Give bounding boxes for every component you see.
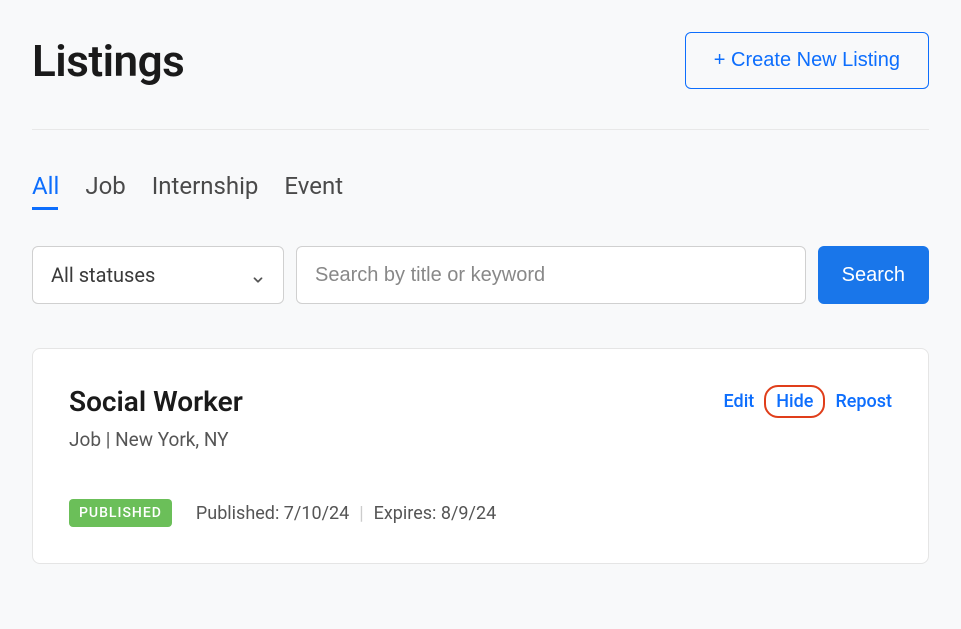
listing-subtitle: Job | New York, NY (69, 428, 243, 451)
tab-internship[interactable]: Internship (152, 172, 259, 210)
tabs-container: All Job Internship Event (32, 172, 929, 210)
date-divider: | (359, 503, 363, 524)
tab-job[interactable]: Job (85, 172, 125, 210)
published-label: Published: (196, 503, 284, 524)
tab-all[interactable]: All (32, 172, 59, 210)
listing-title: Social Worker (69, 385, 243, 418)
chevron-down-icon (251, 268, 265, 282)
search-input[interactable] (296, 246, 806, 304)
published-date: 7/10/24 (284, 503, 349, 524)
subtitle-divider: | (101, 428, 115, 451)
search-button[interactable]: Search (818, 246, 929, 304)
date-info: Published: 7/10/24 | Expires: 8/9/24 (196, 503, 496, 524)
status-select[interactable]: All statuses (32, 246, 284, 304)
expires-date: 8/9/24 (441, 503, 496, 524)
listing-location: New York, NY (115, 428, 229, 451)
hide-action[interactable]: Hide (764, 385, 825, 418)
edit-action[interactable]: Edit (724, 391, 755, 412)
expires-label: Expires: (374, 503, 441, 524)
repost-action[interactable]: Repost (835, 391, 892, 412)
tab-event[interactable]: Event (284, 172, 343, 210)
listing-actions: Edit Hide Repost (724, 385, 892, 418)
status-badge: PUBLISHED (69, 499, 172, 527)
status-select-label: All statuses (51, 263, 155, 287)
listing-type: Job (69, 428, 101, 451)
filters-row: All statuses Search (32, 246, 929, 304)
page-title: Listings (32, 35, 184, 87)
create-new-listing-button[interactable]: + Create New Listing (685, 32, 929, 89)
listing-card: Social Worker Job | New York, NY Edit Hi… (32, 348, 929, 564)
